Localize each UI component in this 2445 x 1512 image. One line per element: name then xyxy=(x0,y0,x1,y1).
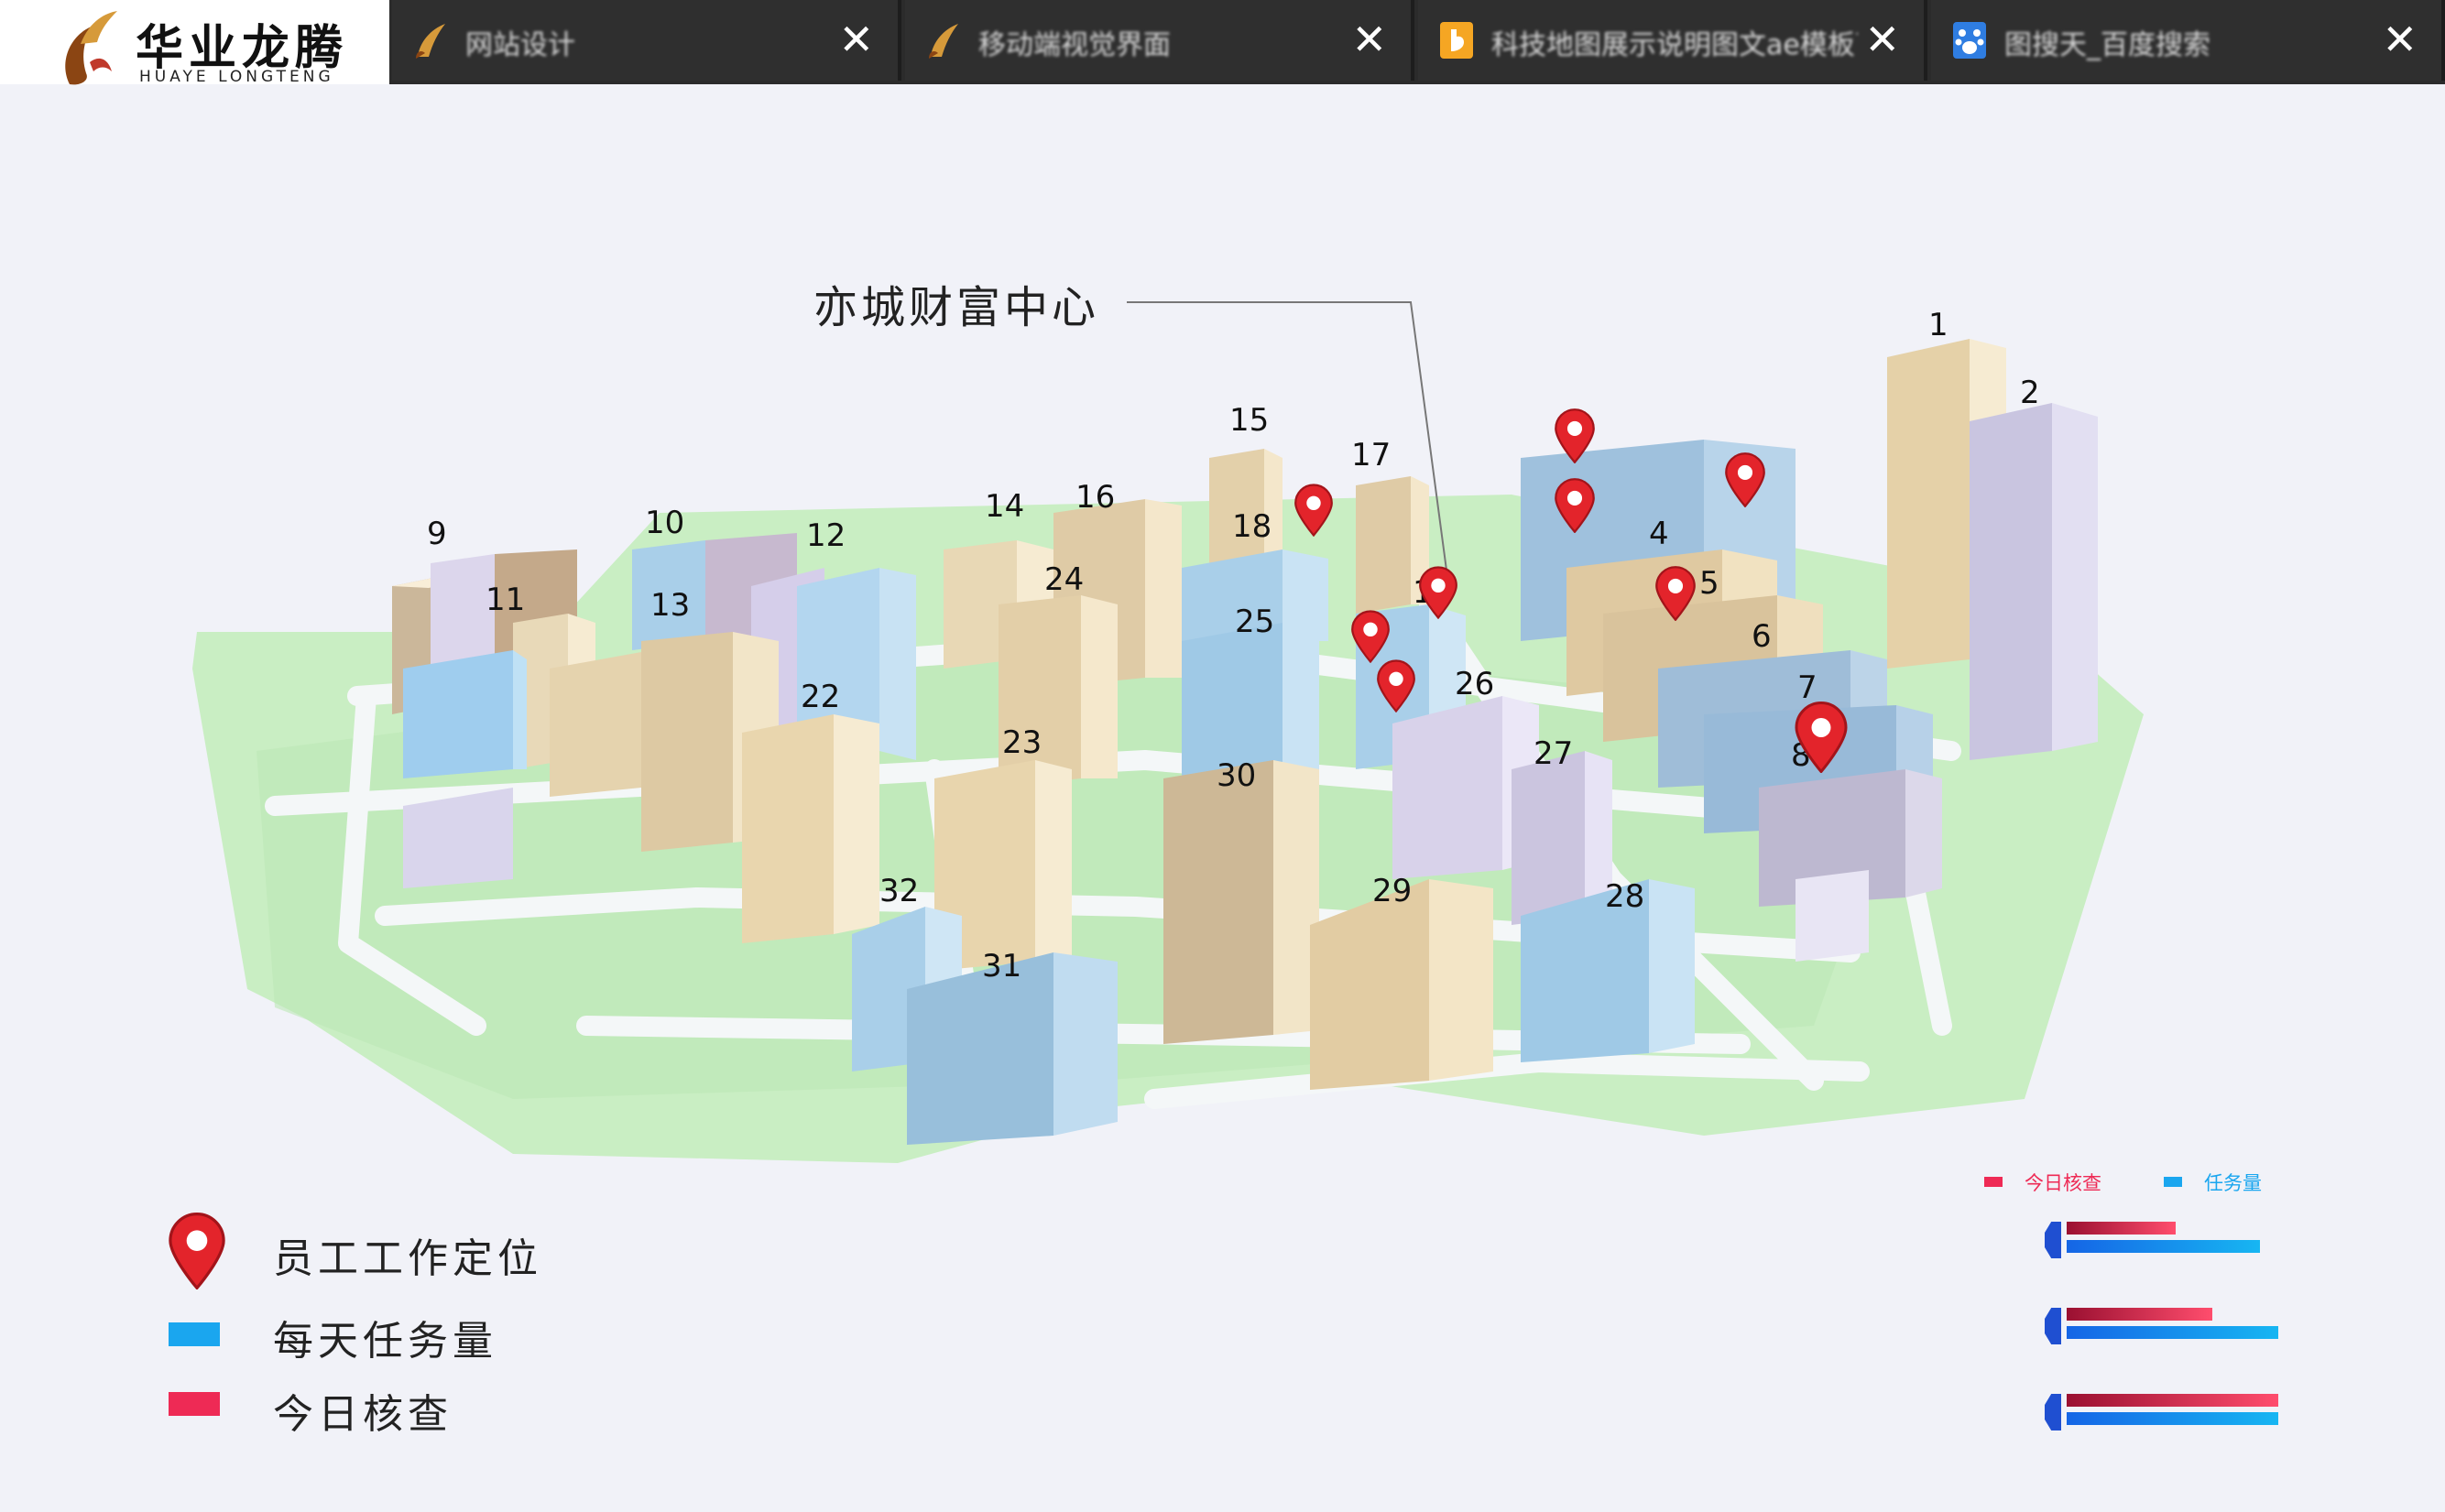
legend-item-daily-tasks: 每天任务量 xyxy=(161,1300,711,1365)
building-number: 32 xyxy=(879,873,919,909)
legend-label: 每天任务量 xyxy=(273,1318,497,1365)
building-number: 25 xyxy=(1235,604,1274,640)
building-number: 10 xyxy=(645,505,684,541)
building-number: 6 xyxy=(1752,618,1772,655)
bar-task xyxy=(2067,1412,2278,1425)
campus-3d-map: 1 2 4 5 6 7 8 9 10 11 12 13 14 15 16 17 … xyxy=(0,0,2445,1512)
building-number: 11 xyxy=(486,582,525,618)
building-number: 22 xyxy=(801,679,840,715)
building-number: 26 xyxy=(1455,666,1494,702)
building-number: 15 xyxy=(1229,402,1269,439)
building-number: 9 xyxy=(427,516,447,552)
mini-bar-row xyxy=(2045,1218,2301,1264)
mini-bar-row xyxy=(2045,1390,2301,1436)
building-number: 14 xyxy=(985,488,1024,525)
legend-swatch-red xyxy=(169,1392,220,1416)
location-pin-icon xyxy=(169,1213,225,1289)
bar-task xyxy=(2067,1240,2260,1253)
legend-swatch-blue xyxy=(169,1322,220,1346)
building-number: 17 xyxy=(1351,437,1391,473)
legend-label: 员工工作定位 xyxy=(273,1235,542,1282)
bar-check xyxy=(2067,1308,2212,1321)
bar-check xyxy=(2067,1222,2176,1235)
building-number: 18 xyxy=(1232,508,1272,545)
legend-label: 今日核查 xyxy=(273,1391,453,1438)
mini-legend-label: 任务量 xyxy=(2204,1172,2262,1194)
mini-legend-label: 今日核查 xyxy=(2025,1172,2101,1194)
mini-bar-row xyxy=(2045,1304,2301,1350)
building-number: 7 xyxy=(1797,669,1817,706)
building-number: 16 xyxy=(1075,479,1115,516)
building-number: 23 xyxy=(1002,724,1042,761)
building-number: 1 xyxy=(1928,307,1948,343)
building-number: 27 xyxy=(1534,735,1573,772)
bar-cap xyxy=(2045,1222,2061,1258)
map-canvas: 1 2 4 5 6 7 8 9 10 11 12 13 14 15 16 17 … xyxy=(192,301,2144,1163)
building-number: 5 xyxy=(1699,565,1719,602)
building-number: 30 xyxy=(1217,757,1256,794)
legend-item-location: 员工工作定位 xyxy=(161,1213,711,1289)
building-number: 4 xyxy=(1649,516,1669,552)
building-number: 12 xyxy=(806,517,846,554)
building-number: 28 xyxy=(1605,878,1644,915)
building-number: 24 xyxy=(1044,561,1084,598)
building-number: 29 xyxy=(1372,873,1412,909)
building-number: 2 xyxy=(2020,375,2040,411)
building-number: 31 xyxy=(982,948,1021,984)
bar-cap xyxy=(2045,1308,2061,1344)
mini-legend-swatch xyxy=(2164,1177,2182,1187)
mini-legend-swatch xyxy=(1984,1177,2003,1187)
bar-cap xyxy=(2045,1394,2061,1430)
map-title: 亦城财富中心 xyxy=(813,282,1100,333)
building-number: 13 xyxy=(650,587,690,624)
legend-item-today-check: 今日核查 xyxy=(161,1374,711,1438)
bar-task xyxy=(2067,1326,2278,1339)
bar-check xyxy=(2067,1394,2278,1407)
